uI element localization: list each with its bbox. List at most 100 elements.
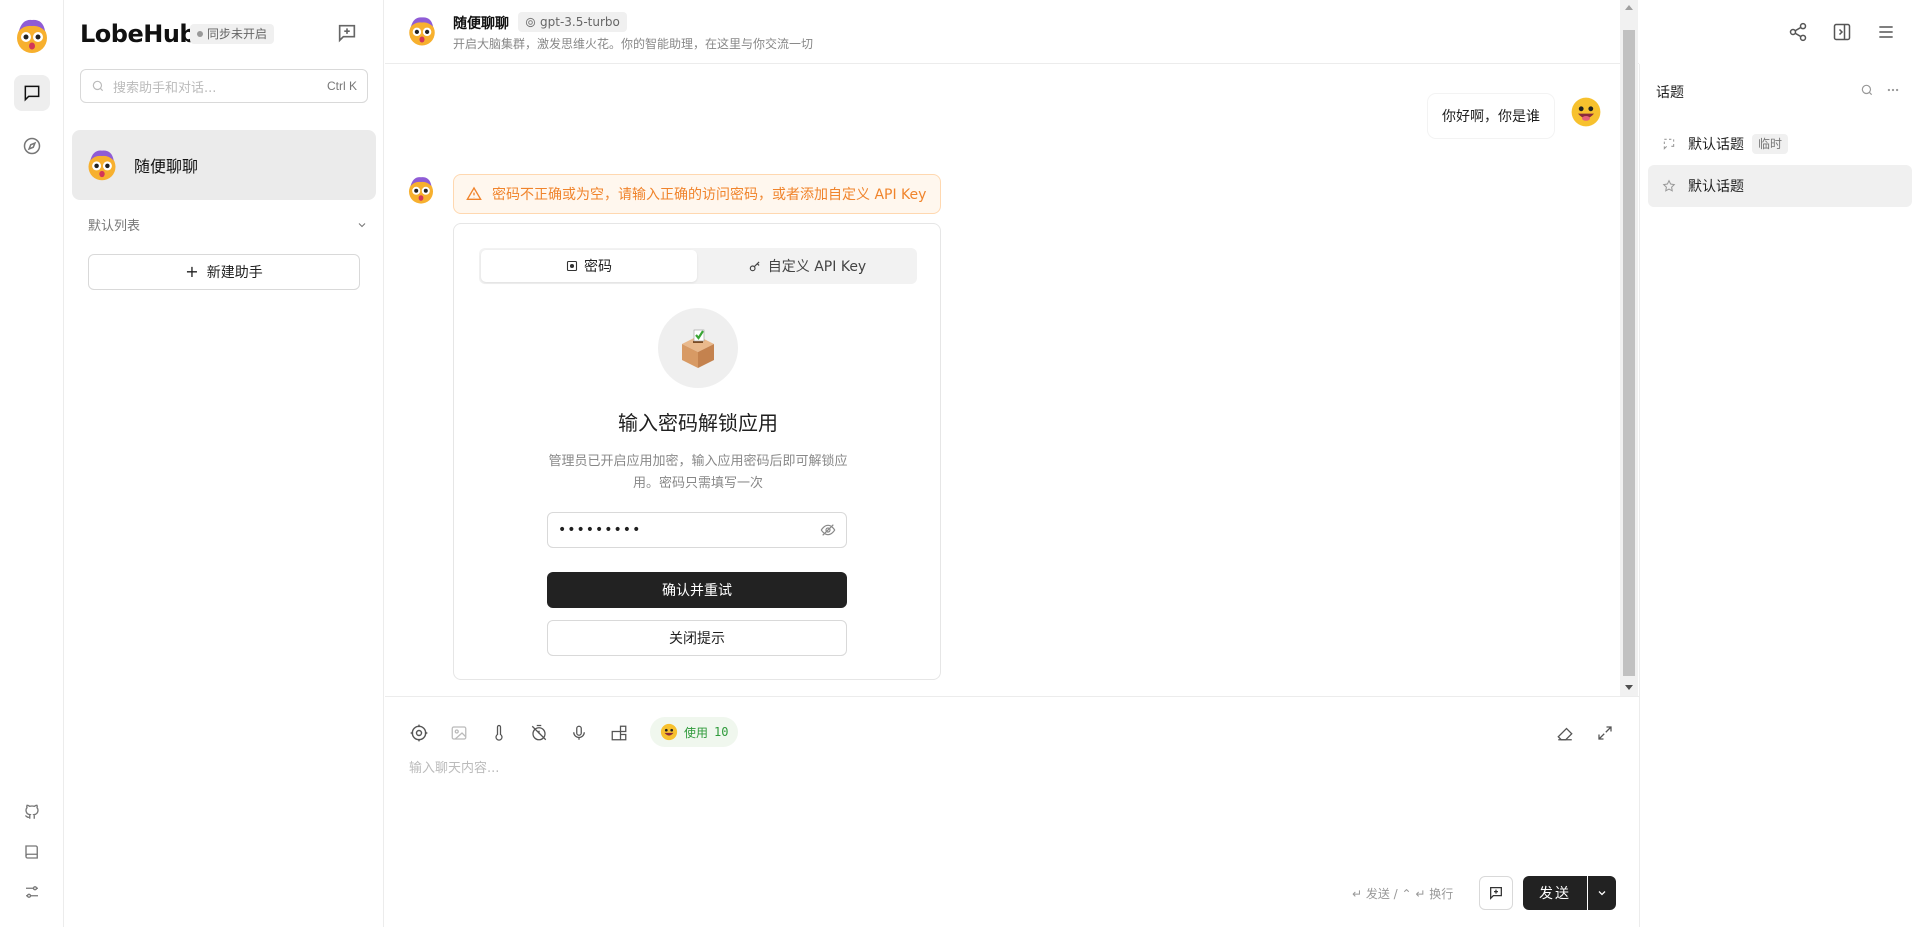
new-agent-button[interactable]: + 新建助手	[88, 254, 360, 290]
token-usage-tag[interactable]: 使用 10	[650, 717, 739, 747]
github-button[interactable]	[14, 794, 50, 830]
send-hint: ↵ 发送 / ⌃ ↵ 换行	[1352, 887, 1454, 901]
close-alert-button[interactable]: 关闭提示	[547, 620, 847, 656]
brain-icon	[410, 724, 428, 742]
new-agent-label: 新建助手	[206, 265, 263, 281]
chat-nav-button[interactable]	[14, 75, 50, 111]
assistant-avatar[interactable]	[405, 174, 437, 206]
search-input[interactable]: 搜索助手和对话... Ctrl K	[80, 69, 368, 103]
scroll-up-icon[interactable]	[1625, 4, 1633, 10]
temperature-button[interactable]	[483, 717, 515, 749]
history-count-button[interactable]	[523, 717, 555, 749]
menu-button[interactable]	[1872, 18, 1900, 46]
new-topic-button[interactable]	[1479, 876, 1513, 910]
discover-nav-button[interactable]	[14, 128, 50, 164]
session-title: 随便聊聊	[134, 157, 199, 176]
session-avatar-icon	[88, 150, 116, 181]
topic-more-button[interactable]	[1886, 83, 1900, 97]
model-settings-button[interactable]	[403, 717, 435, 749]
topic-item-temp[interactable]: 默认话题 临时	[1648, 123, 1912, 165]
agent-avatar-icon	[409, 17, 435, 46]
chat-bubble-icon	[24, 85, 40, 102]
share-button[interactable]	[1784, 18, 1812, 46]
nav-rail	[0, 0, 64, 927]
search-placeholder: 搜索助手和对话...	[113, 80, 217, 96]
confirm-retry-button[interactable]: 确认并重试	[547, 572, 847, 608]
settings-button[interactable]	[14, 874, 50, 910]
warning-icon	[466, 186, 482, 200]
tab-password-label: 密码	[584, 259, 612, 275]
password-box-icon	[566, 260, 578, 272]
topic-search-button[interactable]	[1860, 83, 1874, 97]
session-panel: LobeHub 同步未开启 搜索助手和对话... Ctrl K 随便聊聊 默认列…	[64, 0, 384, 927]
tab-api-key-label: 自定义 API Key	[767, 259, 867, 275]
model-tag[interactable]: gpt-3.5-turbo	[518, 12, 627, 32]
error-text: 密码不正确或为空，请输入正确的访问密码，或者添加自定义 API Key	[492, 187, 927, 203]
expand-button[interactable]	[1589, 717, 1621, 749]
plus-icon: +	[185, 262, 199, 281]
password-input[interactable]: •••••••••	[547, 512, 847, 548]
clear-button[interactable]	[1549, 717, 1581, 749]
search-icon	[92, 80, 104, 92]
topic-item-default[interactable]: 默认话题	[1648, 165, 1912, 207]
chevron-down-icon	[358, 222, 366, 227]
model-name: gpt-3.5-turbo	[540, 15, 620, 29]
group-title: 默认列表	[88, 219, 141, 234]
docs-button[interactable]	[14, 834, 50, 870]
scrollbar-thumb[interactable]	[1623, 30, 1635, 676]
chat-input-field[interactable]: 输入聊天内容...	[409, 757, 499, 776]
agent-avatar-icon	[409, 177, 433, 204]
book-icon	[25, 845, 38, 859]
temp-badge: 临时	[1752, 134, 1789, 154]
thermometer-icon	[495, 724, 503, 741]
user-avatar[interactable]	[12, 16, 52, 56]
eraser-icon	[1557, 727, 1573, 741]
chat-title: 随便聊聊	[453, 16, 509, 32]
menu-icon	[1879, 26, 1893, 38]
openai-icon	[525, 17, 536, 27]
message-plus-icon	[1490, 887, 1502, 900]
scroll-down-icon[interactable]	[1625, 685, 1633, 691]
sync-status-badge[interactable]: 同步未开启	[190, 24, 275, 44]
compass-icon	[23, 137, 41, 155]
chat-header: 随便聊聊 gpt-3.5-turbo 开启大脑集群，激发思维火花。你的智能助理，…	[385, 0, 1639, 64]
eye-off-icon[interactable]	[820, 522, 836, 538]
topic-label: 默认话题	[1688, 137, 1744, 153]
ballot-box-icon	[682, 329, 714, 368]
scrollbar[interactable]	[1620, 0, 1638, 696]
message-plus-icon	[338, 24, 356, 43]
voice-input-button[interactable]	[563, 717, 595, 749]
tab-api-key[interactable]: 自定义 API Key	[699, 250, 915, 282]
password-card: 密码 自定义 API Key 输入密码解锁应用 管理员已开启应用加密，输入应用密…	[453, 223, 941, 680]
tab-password[interactable]: 密码	[481, 250, 697, 282]
topic-label: 默认话题	[1688, 179, 1744, 195]
plugins-button[interactable]	[603, 717, 635, 749]
more-horizontal-icon	[1887, 88, 1899, 92]
chat-avatar[interactable]	[405, 14, 439, 48]
github-icon	[25, 804, 39, 819]
panel-right-icon	[1833, 23, 1851, 41]
user-message-avatar[interactable]	[1570, 96, 1602, 128]
sync-status-text: 同步未开启	[207, 27, 268, 41]
toggle-panel-button[interactable]	[1828, 18, 1856, 46]
maximize-icon	[1598, 726, 1612, 740]
unlock-illustration	[658, 308, 738, 388]
star-icon[interactable]	[1662, 179, 1676, 193]
chat-description: 开启大脑集群，激发思维火花。你的智能助理，在这里与你交流一切	[453, 37, 814, 51]
session-group-header[interactable]: 默认列表	[88, 215, 368, 234]
timer-off-icon	[531, 724, 547, 741]
password-value: •••••••••	[558, 522, 642, 538]
share-icon	[1789, 22, 1807, 42]
session-item[interactable]: 随便聊聊	[72, 130, 376, 200]
status-dot-icon	[197, 31, 203, 37]
upload-image-button[interactable]	[443, 717, 475, 749]
message-square-dashed-icon	[1663, 138, 1675, 150]
chat-input-area: 使用 10 输入聊天内容... ↵ 发送 / ⌃ ↵ 换行 发送	[385, 696, 1639, 927]
send-button[interactable]: 发送	[1523, 876, 1587, 910]
avatar-emoji-icon	[17, 19, 47, 53]
mic-icon	[573, 725, 585, 740]
send-options-button[interactable]	[1588, 876, 1616, 910]
new-chat-button[interactable]	[336, 22, 358, 44]
image-icon	[451, 726, 467, 740]
auth-segmented-control: 密码 自定义 API Key	[479, 248, 917, 284]
